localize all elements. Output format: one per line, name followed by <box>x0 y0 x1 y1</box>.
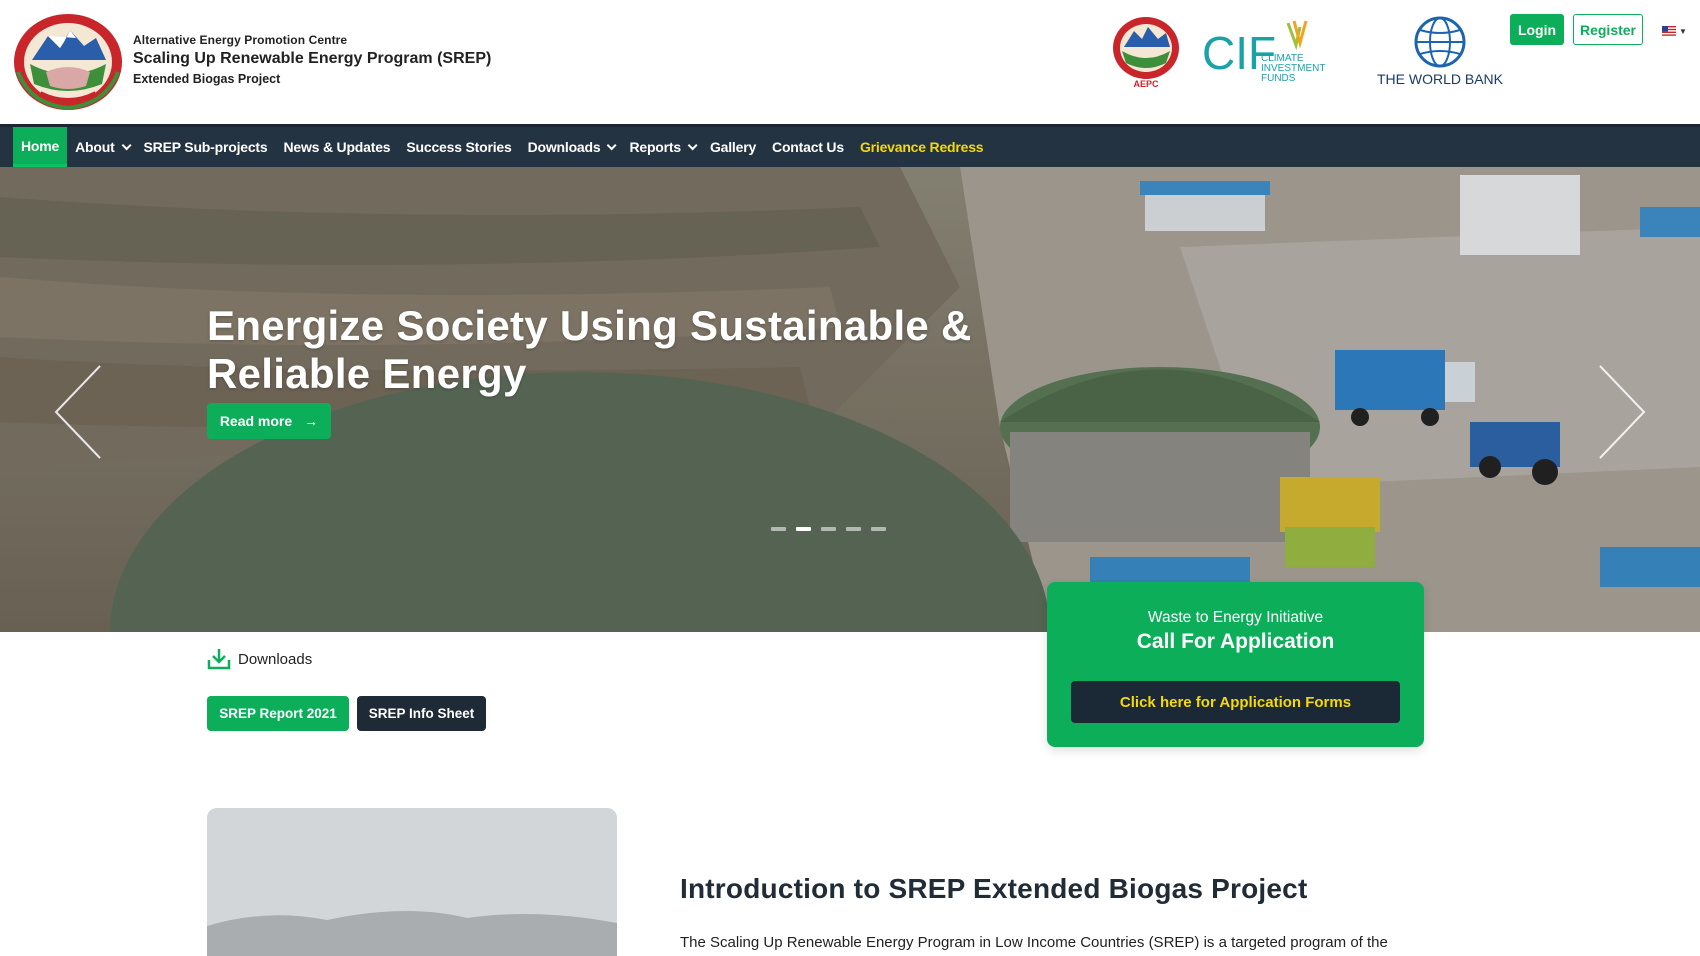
chevron-down-icon: ▼ <box>1679 26 1687 36</box>
program-name: Scaling Up Renewable Energy Program (SRE… <box>133 50 492 67</box>
register-button[interactable]: Register <box>1573 14 1643 45</box>
nav-item-label: Contact Us <box>772 139 844 155</box>
call-for-application-card: Waste to Energy Initiative Call For Appl… <box>1047 582 1424 747</box>
nav-item-success-stories[interactable]: Success Stories <box>398 127 519 167</box>
hero-image <box>0 167 1700 632</box>
us-flag-icon <box>1662 26 1676 36</box>
nav-item-contact-us[interactable]: Contact Us <box>764 127 852 167</box>
download-icon <box>207 649 231 670</box>
arrow-right-icon: → <box>304 413 319 429</box>
read-more-label: Read more <box>219 413 293 429</box>
site-header: Alternative Energy Promotion Centre Scal… <box>0 0 1700 124</box>
application-forms-button[interactable]: Click here for Application Forms <box>1071 681 1400 723</box>
partner-logos: AEPC CIF CLIMATE INVESTMENT FUNDS THE WO… <box>1110 12 1510 92</box>
carousel-indicator[interactable] <box>871 527 886 531</box>
nav-item-gallery[interactable]: Gallery <box>702 127 764 167</box>
carousel-indicator[interactable] <box>771 527 786 531</box>
nav-item-about[interactable]: About <box>67 127 135 167</box>
brand-text[interactable]: Alternative Energy Promotion Centre Scal… <box>133 33 491 86</box>
chevron-down-icon <box>121 139 132 150</box>
svg-text:FUNDS: FUNDS <box>1261 73 1296 84</box>
chevron-down-icon <box>607 139 618 150</box>
aepc-logo: AEPC <box>1113 17 1179 89</box>
hero-carousel: Energize Society Using Sustainable & Rel… <box>0 167 1700 632</box>
carousel-indicators <box>771 527 896 531</box>
carousel-prev-arrow-icon[interactable] <box>52 362 108 462</box>
org-name: Alternative Energy Promotion Centre <box>133 33 348 47</box>
downloads-heading: Downloads <box>207 648 312 670</box>
read-more-button[interactable]: Read more → <box>207 403 331 439</box>
nav-item-label: Reports <box>629 139 681 155</box>
hero-title: Energize Society Using Sustainable & Rel… <box>207 302 972 397</box>
cfa-subtitle: Waste to Energy Initiative <box>1147 609 1324 626</box>
downloads-label: Downloads <box>238 650 313 668</box>
language-selector[interactable]: ▼ <box>1662 26 1687 36</box>
nav-item-label: Success Stories <box>406 139 512 155</box>
nav-item-label: Home <box>21 137 60 154</box>
nav-item-label: News & Updates <box>283 139 391 155</box>
srep-report-button[interactable]: SREP Report 2021 <box>207 696 349 731</box>
nepal-emblem-logo[interactable] <box>12 12 124 112</box>
nav-item-label: Grievance Redress <box>859 139 984 155</box>
world-bank-logo: THE WORLD BANK <box>1377 16 1504 87</box>
project-name: Extended Biogas Project <box>133 72 281 86</box>
nav-item-srep-sub-projects[interactable]: SREP Sub-projects <box>136 127 276 167</box>
nav-item-home[interactable]: Home <box>13 127 68 167</box>
cif-logo: CIF CLIMATE INVESTMENT FUNDS <box>1202 20 1325 84</box>
carousel-indicator[interactable] <box>846 527 861 531</box>
svg-text:THE WORLD BANK: THE WORLD BANK <box>1377 71 1504 87</box>
carousel-indicator[interactable] <box>796 527 811 531</box>
main-nav: Home About SREP Sub-projects News & Updates… <box>0 124 1700 167</box>
nav-item-downloads[interactable]: Downloads <box>520 127 622 167</box>
nav-item-label: Gallery <box>709 139 757 155</box>
nav-item-label: About <box>75 139 115 155</box>
nav-item-news-updates[interactable]: News & Updates <box>275 127 398 167</box>
nav-item-label: SREP Sub-projects <box>143 139 268 155</box>
intro-image <box>207 808 617 956</box>
nav-items: Home About SREP Sub-projects News & Updates… <box>13 127 991 167</box>
intro-landscape <box>207 808 617 956</box>
cfa-title: Call For Application <box>1136 630 1335 653</box>
chevron-down-icon <box>687 139 698 150</box>
svg-text:AEPC: AEPC <box>1133 79 1159 89</box>
login-button[interactable]: Login <box>1510 14 1564 45</box>
srep-info-sheet-button[interactable]: SREP Info Sheet <box>357 696 486 731</box>
intro-title: Introduction to SREP Extended Biogas Pro… <box>680 873 1308 904</box>
carousel-next-arrow-icon[interactable] <box>1592 362 1648 462</box>
carousel-indicator[interactable] <box>821 527 836 531</box>
nav-item-reports[interactable]: Reports <box>621 127 702 167</box>
intro-paragraph: The Scaling Up Renewable Energy Program … <box>680 934 1388 951</box>
nav-item-label: Downloads <box>527 139 601 155</box>
nav-item-grievance-redress[interactable]: Grievance Redress <box>852 127 991 167</box>
